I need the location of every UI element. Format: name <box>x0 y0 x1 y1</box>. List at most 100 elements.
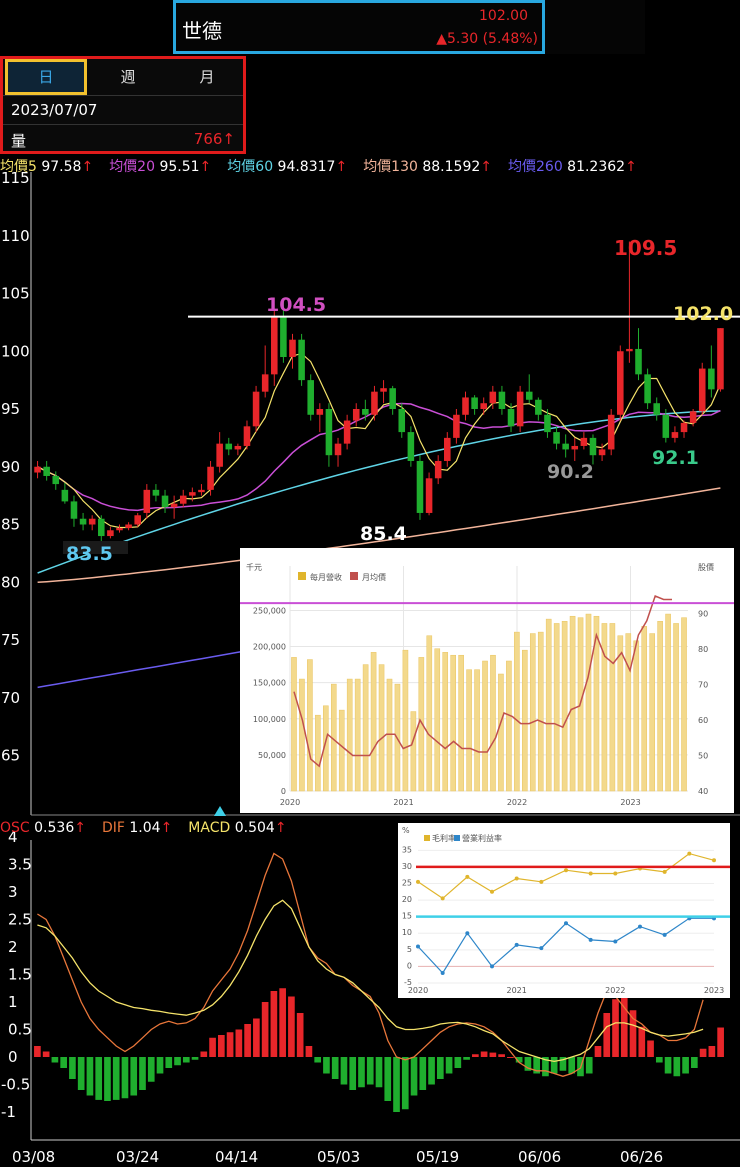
osc-bar <box>139 1057 146 1090</box>
candle-body <box>416 460 424 513</box>
candle-body <box>161 495 169 508</box>
osc-bar <box>384 1057 392 1101</box>
osc-bar <box>340 1057 348 1085</box>
candle-body <box>225 443 233 450</box>
y-tick-label: 65 <box>1 747 20 765</box>
legend-item: DIF 1.04↑ <box>102 820 172 836</box>
low-label-3: 90.2 <box>547 461 594 483</box>
y-tick: 5 <box>407 945 412 954</box>
candle-body <box>352 409 360 421</box>
legend-value: 0.536 <box>34 820 75 836</box>
y-left-tick: 50,000 <box>258 751 286 760</box>
osc-bar <box>34 1046 41 1057</box>
osc-bar <box>568 1057 576 1074</box>
osc-bar <box>603 1013 611 1057</box>
y-right-tick: 50 <box>698 752 708 761</box>
macd-y-tick-label: 1 <box>8 993 18 1011</box>
revenue-bar <box>490 654 496 792</box>
y-right-tick: 40 <box>698 787 708 796</box>
candle-body <box>107 530 114 537</box>
low-label-1: 83.5 <box>66 543 113 565</box>
osc-bar <box>708 1046 716 1057</box>
osc-bar <box>147 1057 155 1082</box>
y-left-tick: 0 <box>281 787 286 796</box>
candle-body <box>152 489 160 496</box>
candle-body <box>298 339 305 381</box>
revenue-bar <box>609 623 616 792</box>
legend-item: MACD 0.504↑ <box>188 820 286 836</box>
high-label-right: 109.5 <box>614 236 677 260</box>
candle-body <box>43 466 50 476</box>
candle-body <box>489 391 497 404</box>
candle-body <box>589 437 597 456</box>
osc-bar <box>393 1057 400 1112</box>
y-tick-label: 105 <box>1 285 30 303</box>
revenue-bar <box>681 617 687 792</box>
osc-bar <box>95 1057 103 1100</box>
osc-bar <box>507 1057 514 1058</box>
x-tick-label: 2021 <box>506 986 526 995</box>
candle-body <box>480 403 487 409</box>
candle-body <box>261 374 269 392</box>
up-arrow-icon: ↑ <box>74 820 86 836</box>
legend-name: DIF <box>101 820 130 836</box>
op-margin-point <box>440 971 445 976</box>
revenue-bar <box>665 613 671 792</box>
x-tick-label: 2023 <box>704 986 724 995</box>
revenue-bar <box>561 621 568 792</box>
y-right-tick: 60 <box>698 716 708 725</box>
revenue-bar <box>450 654 456 792</box>
op-margin-point <box>514 942 519 947</box>
macd-y-tick-label: -1 <box>1 1103 16 1121</box>
candle-body <box>334 443 342 456</box>
y-tick-label: 80 <box>1 573 20 591</box>
y-tick-label: 95 <box>1 400 20 418</box>
revenue-bar <box>673 623 679 792</box>
revenue-bar <box>585 613 592 792</box>
osc-bar <box>42 1051 50 1057</box>
osc-bar <box>314 1057 322 1063</box>
osc-bar <box>104 1057 111 1101</box>
macd-legend: OSC 0.536↑ DIF 1.04↑ MACD 0.504↑ <box>0 820 303 836</box>
y-tick-label: 85 <box>1 516 20 534</box>
gross-margin-point <box>712 858 716 863</box>
candle-body <box>307 380 314 415</box>
candle-body <box>271 316 278 375</box>
candle-body <box>617 351 624 415</box>
osc-bar <box>699 1048 707 1057</box>
x-tick-label: 2020 <box>280 798 300 807</box>
y-tick-label: 110 <box>1 227 30 245</box>
revenue-bar <box>307 659 313 792</box>
y-tick-label: 90 <box>1 458 20 476</box>
y-tick: 20 <box>402 895 412 904</box>
y-tick: 15 <box>402 912 412 921</box>
up-arrow-icon: ↑ <box>160 820 173 836</box>
up-arrow-icon: ↑ <box>274 820 287 836</box>
x-tick-label: 03/08 <box>12 1148 55 1166</box>
candle-body <box>98 518 105 537</box>
x-tick-label: 2023 <box>620 798 640 807</box>
candle-body <box>425 478 433 513</box>
y-tick: 0 <box>407 961 412 970</box>
osc-bar <box>182 1057 190 1063</box>
high-label-left: 104.5 <box>266 294 326 316</box>
macd-y-tick-label: 1.5 <box>8 966 32 984</box>
legend-swatch-price <box>350 572 358 580</box>
osc-bar <box>296 1013 304 1057</box>
op-margin-point <box>564 921 568 926</box>
candle-body <box>680 422 688 433</box>
candle-body <box>498 391 506 409</box>
osc-bar <box>472 1054 479 1057</box>
candle-body <box>316 409 324 415</box>
x-tick-label: 2020 <box>408 986 428 995</box>
osc-bar <box>235 1029 243 1057</box>
x-tick-label: 2022 <box>605 986 625 995</box>
x-tick-label: 03/24 <box>116 1148 159 1166</box>
op-margin-line <box>417 917 714 974</box>
candle-body <box>717 328 724 390</box>
candle-body <box>134 515 141 525</box>
y-tick-label: 100 <box>1 342 30 360</box>
candle-body <box>644 374 651 404</box>
y-tick-label: 115 <box>1 169 30 187</box>
candle-body <box>635 348 642 375</box>
